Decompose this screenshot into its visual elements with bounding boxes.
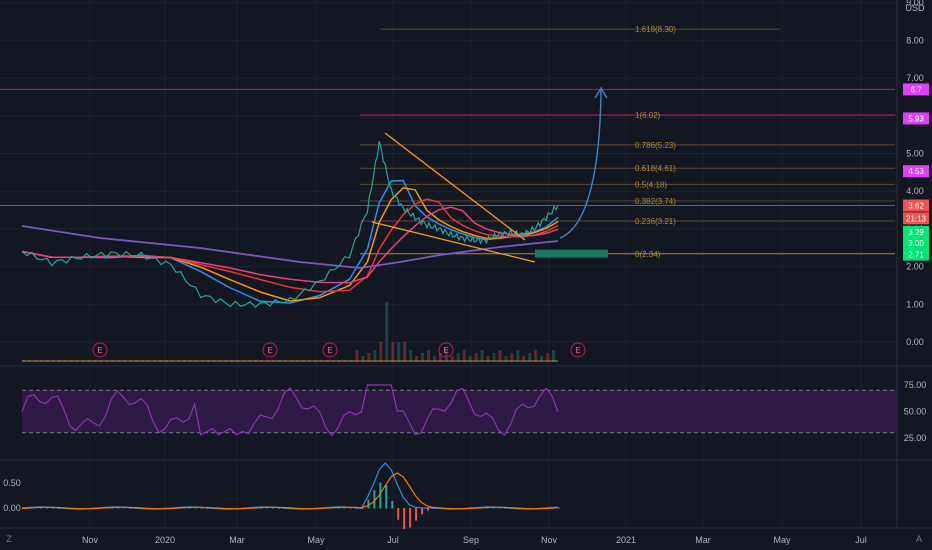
- fib-level-label: 1(6.02): [635, 111, 661, 120]
- fib-level-label: 0.382(3.74): [635, 197, 676, 206]
- chart-background: [0, 0, 932, 550]
- macd-histogram-bar: [558, 507, 560, 509]
- earnings-marker-label[interactable]: E: [443, 346, 448, 355]
- volume-bar: [534, 350, 538, 362]
- price-label-text: 3.62: [908, 202, 924, 211]
- macd-histogram-bar: [367, 499, 370, 509]
- macd-tick-label: 0.00: [3, 503, 21, 513]
- volume-bar: [409, 350, 413, 362]
- earnings-marker-label[interactable]: E: [575, 346, 580, 355]
- macd-histogram-bar: [409, 508, 412, 528]
- x-tick-label: Mar: [695, 535, 711, 545]
- macd-histogram-bar: [498, 507, 501, 509]
- y-tick-label: 8.00: [906, 35, 924, 45]
- currency-label: USD: [905, 3, 925, 13]
- x-tick-label: Jul: [387, 535, 399, 545]
- x-tick-label: Sep: [463, 535, 479, 545]
- x-tick-label: 2020: [155, 535, 175, 545]
- volume-bar: [355, 350, 359, 362]
- fib-level-label: 0.618(4.61): [635, 164, 676, 173]
- y-tick-label: 0.00: [906, 337, 924, 347]
- fib-level-label: 0.236(3.21): [635, 217, 676, 226]
- x-tick-label: 2021: [616, 535, 636, 545]
- rsi-band: [22, 390, 897, 433]
- auto-scale-icon[interactable]: A: [916, 534, 922, 544]
- macd-histogram-bar: [123, 507, 126, 509]
- volume-bar: [516, 350, 520, 362]
- macd-histogram-bar: [45, 507, 48, 509]
- volume-bar: [379, 342, 383, 362]
- x-tick-label: May: [307, 535, 325, 545]
- macd-histogram-bar: [272, 507, 275, 509]
- fib-level-label: 0.5(4.18): [635, 180, 667, 189]
- volume-bar: [391, 342, 395, 362]
- macd-histogram-bar: [194, 507, 197, 509]
- volume-bar: [480, 350, 484, 362]
- price-label-text: 3.29: [908, 228, 924, 237]
- price-label-text: 4.53: [908, 167, 924, 176]
- macd-histogram-bar: [403, 508, 406, 530]
- volume-bar: [403, 342, 407, 362]
- price-label-text: 5.93: [908, 114, 924, 123]
- price-label-text: 6.7: [910, 85, 922, 94]
- volume-bar: [552, 350, 556, 362]
- earnings-marker-label[interactable]: E: [97, 346, 102, 355]
- volume-bar: [385, 302, 389, 362]
- volume-bar: [426, 350, 430, 362]
- macd-histogram-bar: [349, 508, 352, 509]
- volume-bar: [498, 350, 502, 362]
- macd-histogram-bar: [397, 508, 400, 520]
- rsi-tick-label: 75.00: [904, 380, 927, 390]
- volume-bar: [397, 342, 401, 362]
- macd-tick-label: 0.50: [3, 478, 21, 488]
- fib-base-box: [535, 249, 608, 258]
- price-label-text: 2.71: [908, 251, 924, 260]
- macd-histogram-bar: [200, 508, 203, 509]
- price-label-text: 21:13: [906, 214, 927, 223]
- x-tick-label: Jul: [855, 535, 867, 545]
- earnings-marker-label[interactable]: E: [327, 346, 332, 355]
- fib-level-label: 0.786(5.23): [635, 141, 676, 150]
- volume-bar: [373, 350, 377, 362]
- macd-histogram-bar: [421, 508, 424, 515]
- price-label-text: 3.00: [908, 239, 924, 248]
- x-tick-label: Nov: [82, 535, 99, 545]
- y-tick-label: 1.00: [906, 299, 924, 309]
- y-tick-label: 7.00: [906, 73, 924, 83]
- fib-level-label: 1.618(8.30): [635, 25, 676, 34]
- earnings-marker-label[interactable]: E: [267, 346, 272, 355]
- timezone-icon[interactable]: Z: [6, 534, 12, 544]
- macd-histogram-bar: [385, 485, 388, 509]
- volume-bar: [462, 350, 466, 362]
- macd-histogram-bar: [415, 508, 418, 521]
- y-tick-label: 4.00: [906, 186, 924, 196]
- y-tick-label: 5.00: [906, 149, 924, 159]
- rsi-tick-label: 25.00: [904, 433, 927, 443]
- x-tick-label: Nov: [541, 535, 558, 545]
- rsi-tick-label: 50.00: [904, 407, 927, 417]
- x-tick-label: May: [773, 535, 791, 545]
- price-chart[interactable]: 1.618(8.30) 1(6.02) 0.786(5.23) 0.618(4.61)…: [0, 0, 932, 550]
- macd-histogram-bar: [391, 500, 394, 509]
- x-tick-label: Mar: [229, 535, 245, 545]
- y-tick-label: 2.00: [906, 262, 924, 272]
- fib-level-label: 0(2.34): [635, 250, 661, 259]
